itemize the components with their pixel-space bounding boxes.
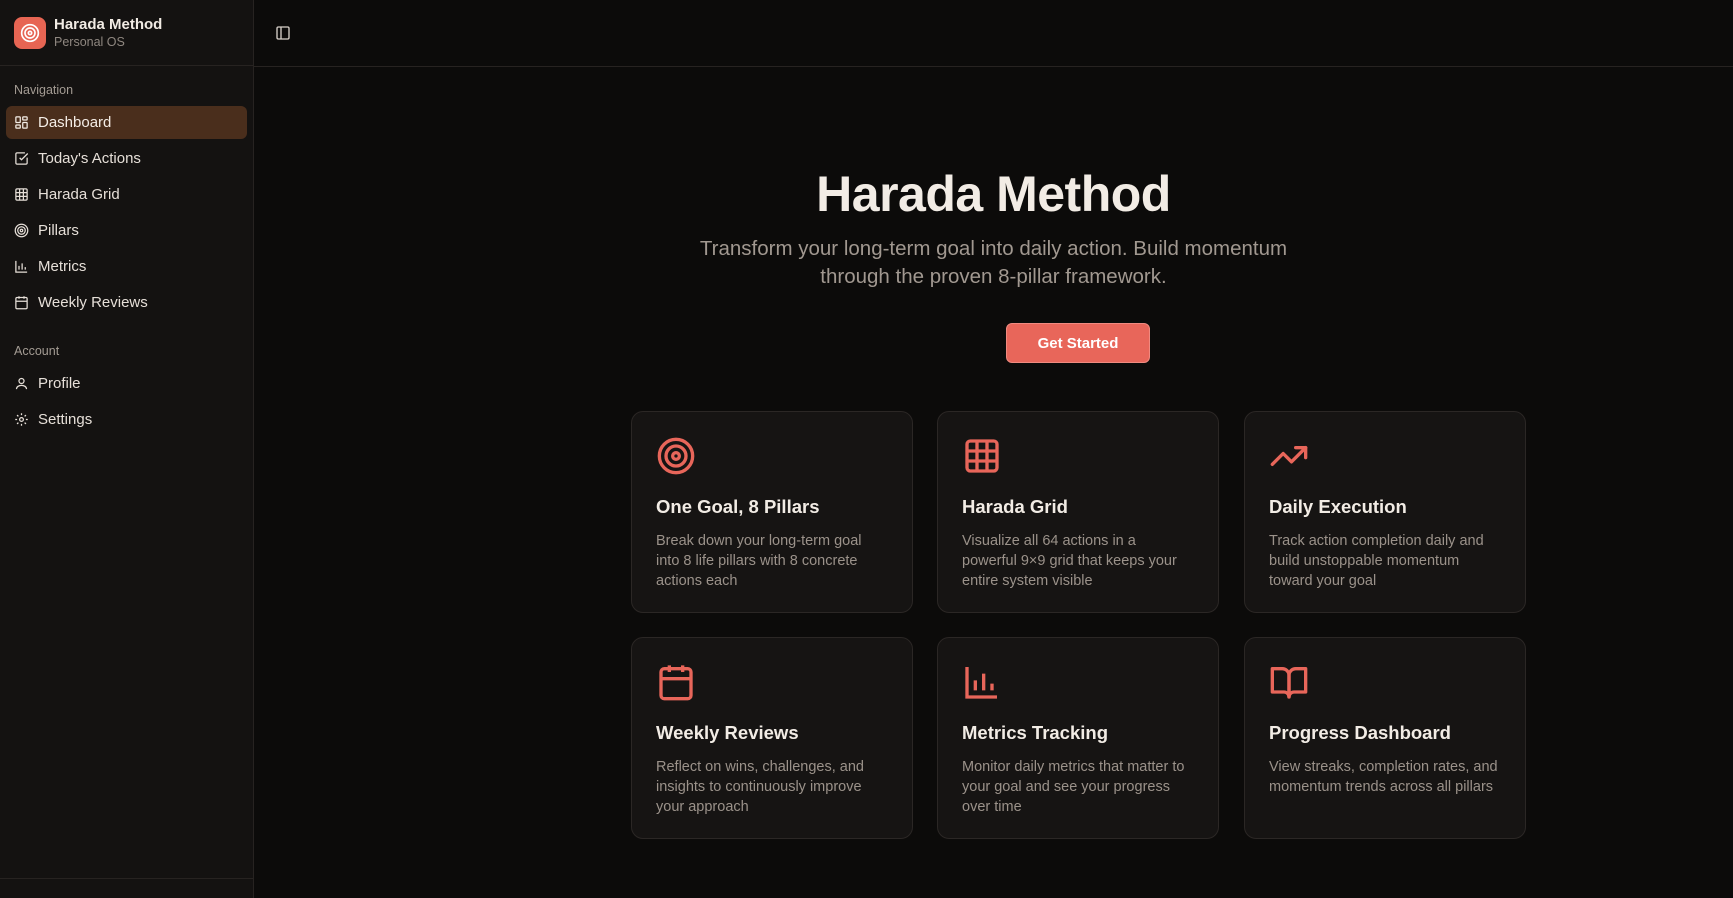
user-icon bbox=[15, 377, 28, 390]
feature-description: Visualize all 64 actions in a powerful 9… bbox=[962, 533, 1177, 589]
bar-chart-icon bbox=[15, 260, 28, 273]
feature-card-harada-grid[interactable]: Harada Grid Visualize all 64 actions in … bbox=[937, 411, 1219, 613]
feature-title: One Goal, 8 Pillars bbox=[656, 496, 820, 517]
target-icon bbox=[14, 223, 29, 238]
sidebar-item-label: Pillars bbox=[38, 222, 79, 239]
brand-subtitle: Personal OS bbox=[54, 34, 125, 49]
feature-description: Track action completion daily and build … bbox=[1269, 533, 1484, 589]
panel-left-icon bbox=[276, 26, 290, 40]
feature-description: Monitor daily metrics that matter to you… bbox=[962, 759, 1185, 815]
sidebar-item-label: Today's Actions bbox=[38, 150, 141, 167]
sidebar-item-profile[interactable]: Profile bbox=[6, 367, 247, 400]
book-open-icon bbox=[1270, 667, 1308, 699]
topbar bbox=[254, 0, 1733, 67]
feature-title: Daily Execution bbox=[1269, 496, 1407, 517]
sidebar-item-label: Profile bbox=[38, 375, 81, 392]
target-icon bbox=[657, 437, 695, 475]
sidebar-item-settings[interactable]: Settings bbox=[6, 403, 247, 436]
sidebar-item-label: Metrics bbox=[38, 258, 87, 275]
check-square-icon bbox=[15, 152, 29, 165]
sidebar-item-metrics[interactable]: Metrics bbox=[6, 250, 247, 283]
brand-logo-target-icon bbox=[14, 16, 46, 49]
sidebar-item-todays-actions[interactable]: Today's Actions bbox=[6, 142, 247, 175]
feature-card-metrics-tracking[interactable]: Metrics Tracking Monitor daily metrics t… bbox=[937, 637, 1219, 839]
feature-card-progress-dashboard[interactable]: Progress Dashboard View streaks, complet… bbox=[1244, 637, 1526, 839]
sidebar-item-label: Dashboard bbox=[38, 114, 112, 131]
calendar-icon bbox=[659, 665, 693, 701]
trending-up-icon bbox=[1270, 446, 1308, 466]
gear-icon bbox=[15, 413, 28, 426]
brand[interactable]: Harada Method Personal OS bbox=[0, 0, 253, 66]
brand-title: Harada Method bbox=[54, 15, 163, 33]
feature-description: Break down your long-term goal into 8 li… bbox=[656, 533, 862, 589]
feature-description: Reflect on wins, challenges, and insight… bbox=[656, 759, 864, 815]
feature-title: Harada Grid bbox=[962, 496, 1068, 517]
grid-icon bbox=[15, 188, 28, 201]
account-label: Account bbox=[14, 344, 60, 358]
calendar-icon bbox=[15, 296, 28, 310]
account-group: Account Profile Settings bbox=[0, 341, 253, 436]
feature-card-one-goal[interactable]: One Goal, 8 Pillars Break down your long… bbox=[631, 411, 913, 613]
grid-icon bbox=[965, 439, 999, 473]
sidebar: Harada Method Personal OS Navigation Das… bbox=[0, 0, 254, 898]
feature-title: Metrics Tracking bbox=[962, 722, 1109, 743]
feature-card-weekly-reviews[interactable]: Weekly Reviews Reflect on wins, challeng… bbox=[631, 637, 913, 839]
navigation-group: Navigation Dashboard Today's Actions Har… bbox=[0, 80, 253, 319]
navigation-label: Navigation bbox=[14, 83, 74, 97]
sidebar-item-harada-grid[interactable]: Harada Grid bbox=[6, 178, 247, 211]
sidebar-item-pillars[interactable]: Pillars bbox=[6, 214, 247, 247]
main-content: Harada Method Transform your long-term g… bbox=[254, 67, 1733, 898]
hero-subtitle: Transform your long-term goal into daily… bbox=[699, 237, 1288, 288]
dashboard-icon bbox=[15, 116, 28, 129]
get-started-button[interactable]: Get Started bbox=[1006, 323, 1150, 363]
bar-chart-icon bbox=[965, 667, 997, 699]
feature-title: Progress Dashboard bbox=[1269, 722, 1451, 743]
hero-title: Harada Method bbox=[816, 166, 1171, 222]
sidebar-item-label: Settings bbox=[38, 411, 93, 428]
sidebar-item-label: Harada Grid bbox=[38, 186, 120, 203]
sidebar-item-label: Weekly Reviews bbox=[38, 294, 148, 311]
sidebar-item-dashboard[interactable]: Dashboard bbox=[6, 106, 247, 139]
feature-description: View streaks, completion rates, and mome… bbox=[1269, 759, 1498, 795]
sidebar-toggle-button[interactable] bbox=[272, 22, 294, 44]
sidebar-item-weekly-reviews[interactable]: Weekly Reviews bbox=[6, 286, 247, 319]
feature-card-daily-execution[interactable]: Daily Execution Track action completion … bbox=[1244, 411, 1526, 613]
feature-title: Weekly Reviews bbox=[656, 722, 799, 743]
sidebar-footer-divider bbox=[0, 878, 253, 879]
